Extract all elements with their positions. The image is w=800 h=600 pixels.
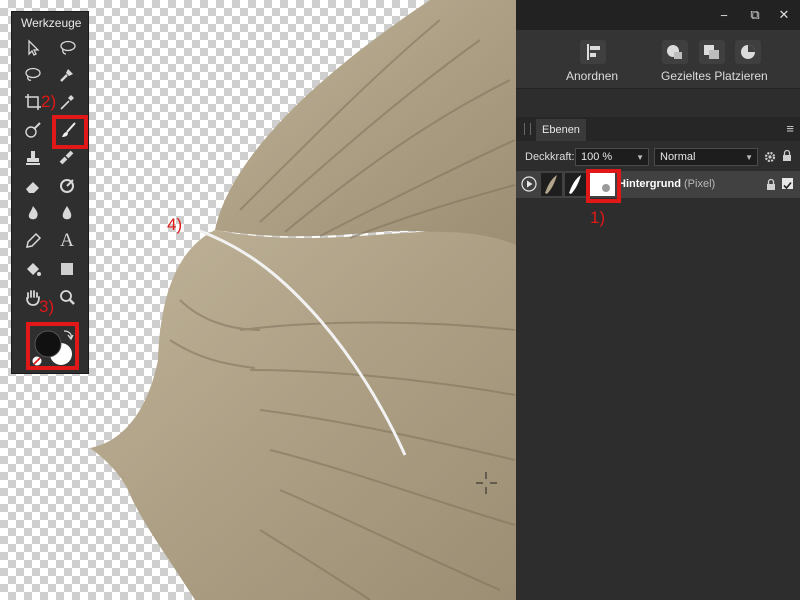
panel-menu-icon[interactable]: ≡: [786, 121, 794, 136]
flood-select-icon[interactable]: [20, 118, 46, 142]
lasso-selection-icon[interactable]: [20, 63, 46, 87]
clone-stamp-icon[interactable]: [20, 146, 46, 170]
window-titlebar: − ⧉ ✕: [516, 0, 800, 30]
blur-icon[interactable]: [54, 201, 80, 225]
zoom-icon[interactable]: [54, 285, 80, 309]
burn-icon[interactable]: [20, 201, 46, 225]
layer-visibility-checkbox[interactable]: [782, 178, 793, 190]
layer-type: (Pixel): [684, 178, 716, 190]
selection-brush-icon[interactable]: [54, 63, 80, 87]
lasso-freehand-icon[interactable]: [54, 36, 80, 60]
panel-spacer: [516, 89, 800, 117]
fill-icon[interactable]: [20, 257, 46, 281]
annotation-2: 2): [41, 92, 57, 111]
play-icon[interactable]: [521, 176, 537, 192]
opacity-value: 100 %: [581, 151, 613, 163]
panel-grip-icon[interactable]: [524, 123, 531, 135]
gear-icon[interactable]: [764, 150, 776, 163]
annotation-3: 3): [39, 297, 55, 316]
chevron-down-icon: ▼: [636, 153, 644, 162]
pen-icon[interactable]: [20, 229, 46, 253]
blend-mode-select[interactable]: Normal ▼: [654, 148, 758, 166]
chevron-down-icon: ▼: [745, 153, 753, 162]
minimize-button[interactable]: −: [713, 6, 735, 24]
close-button[interactable]: ✕: [773, 6, 795, 24]
layer-name: Hintergrund (Pixel): [618, 178, 715, 190]
layer-lock-icon[interactable]: [766, 178, 776, 191]
eraser-icon[interactable]: [20, 174, 46, 198]
brush-tool-highlight: [52, 115, 88, 149]
rectangle-icon[interactable]: [54, 257, 80, 281]
arrange-icon[interactable]: [580, 40, 606, 64]
opacity-label: Deckkraft:: [525, 151, 575, 163]
restore-button[interactable]: ⧉: [744, 6, 766, 24]
annotation-1: 1): [590, 208, 606, 227]
place-front-icon[interactable]: [662, 40, 688, 64]
placement-label[interactable]: Gezieltes Platzieren: [661, 69, 768, 83]
lock-icon[interactable]: [782, 149, 792, 162]
mask-thumbnail-highlight: [586, 169, 621, 203]
arrange-label[interactable]: Anordnen: [566, 69, 618, 83]
move-icon[interactable]: [20, 36, 46, 60]
place-inside-icon[interactable]: [735, 40, 761, 64]
tab-layers[interactable]: Ebenen: [536, 119, 586, 141]
blend-mode-value: Normal: [660, 151, 696, 163]
color-swatch-highlight: [26, 322, 79, 370]
layer-thumbnail[interactable]: [541, 173, 562, 196]
tools-panel: Werkzeuge A 2) 3): [11, 11, 89, 374]
dodge-icon[interactable]: [54, 174, 80, 198]
opacity-field[interactable]: 100 % ▼: [575, 148, 649, 166]
mask-thumbnail[interactable]: [565, 173, 586, 196]
place-behind-icon[interactable]: [699, 40, 725, 64]
text-icon[interactable]: A: [54, 229, 80, 253]
layers-panel: Deckkraft: 100 % ▼ Normal ▼ Hintergrund …: [516, 141, 800, 600]
tools-panel-title: Werkzeuge: [21, 16, 82, 30]
annotation-4: 4): [167, 215, 183, 234]
context-toolbar: Anordnen Gezieltes Platzieren: [516, 30, 800, 89]
layer-name-text: Hintergrund: [618, 178, 681, 190]
healing-icon[interactable]: [54, 146, 80, 170]
color-picker-icon[interactable]: [54, 90, 80, 114]
layers-tabbar: Ebenen ≡: [516, 117, 800, 141]
layer-row[interactable]: Hintergrund (Pixel): [516, 171, 800, 198]
